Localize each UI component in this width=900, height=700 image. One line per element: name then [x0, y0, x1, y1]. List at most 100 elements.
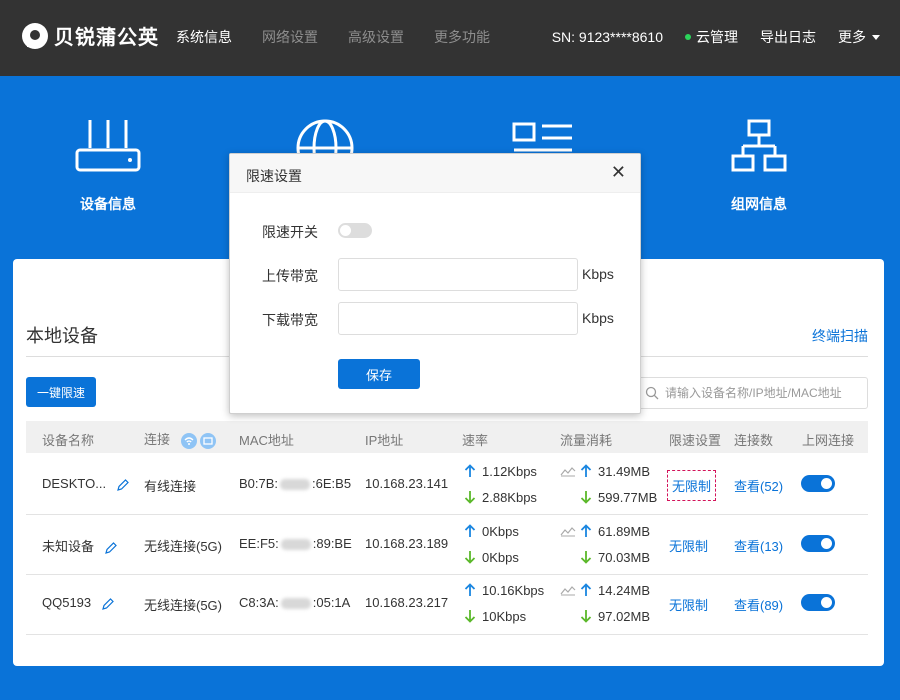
- upload-rate: 10.16Kbps: [482, 582, 545, 598]
- speed-limit-link[interactable]: 无限制: [667, 470, 717, 501]
- more-label: 更多: [838, 29, 866, 45]
- connection-count-link[interactable]: 查看(89): [734, 595, 783, 614]
- mac-redacted: [280, 539, 311, 551]
- close-icon[interactable]: ✕: [611, 162, 626, 183]
- online-toggle[interactable]: [801, 475, 835, 492]
- globe-icon: [296, 119, 354, 158]
- cloud-manage-label: 云管理: [696, 29, 738, 45]
- upload-arrow-icon: [464, 464, 478, 478]
- cloud-manage-link[interactable]: 云管理: [685, 27, 738, 47]
- list-icon: [512, 122, 572, 152]
- upload-rate: 1.12Kbps: [482, 463, 537, 479]
- tile-network-info[interactable]: 组网信息: [699, 118, 819, 214]
- upload-arrow-icon: [464, 583, 478, 597]
- device-name: QQ5193: [42, 595, 92, 610]
- search-icon: [645, 386, 659, 400]
- traffic-upload: 14.24MB: [598, 582, 651, 598]
- mac-address: EE:F5: :89:BE: [239, 536, 352, 551]
- th-ip: IP地址: [365, 433, 404, 448]
- mac-prefix: B0:7B:: [239, 476, 279, 491]
- ip-address: 10.168.23.189: [365, 536, 449, 551]
- upload-bandwidth-input[interactable]: [338, 258, 578, 291]
- save-button[interactable]: 保存: [338, 359, 420, 389]
- upload-arrow-icon: [464, 524, 478, 538]
- mac-prefix: C8:3A:: [239, 595, 279, 610]
- traffic-download: 97.02MB: [598, 608, 651, 624]
- th-mac: MAC地址: [239, 433, 294, 448]
- upload-bandwidth-label: 上传带宽: [262, 268, 318, 284]
- th-conn-count: 连接数: [734, 433, 774, 448]
- dialog-title: 限速设置: [246, 168, 302, 184]
- connection-count-link[interactable]: 查看(13): [734, 536, 783, 555]
- th-connection-label: 连接: [144, 432, 171, 447]
- wifi-filter-icon[interactable]: [180, 432, 197, 449]
- download-arrow-icon: [580, 490, 594, 504]
- speed-limit-link[interactable]: 无限制: [669, 536, 708, 555]
- edit-pencil-icon[interactable]: [101, 597, 115, 611]
- main-nav: 系统信息 网络设置 高级设置 更多功能: [176, 27, 520, 47]
- tile-network[interactable]: [265, 118, 385, 158]
- connection-type: 无线连接(5G): [144, 539, 223, 554]
- mac-address: B0:7B::6E:B5: [239, 476, 351, 491]
- traffic-chart-icon[interactable]: [560, 525, 576, 537]
- quick-limit-button[interactable]: 一键限速: [26, 377, 96, 407]
- upload-rate: 0Kbps: [482, 523, 519, 539]
- upload-arrow-icon: [580, 464, 594, 478]
- table-row: DESKTO... 有线连接 B0:7B::6E:B5 10.168.23.14…: [26, 455, 868, 515]
- edit-pencil-icon[interactable]: [104, 541, 118, 555]
- speed-limit-dialog: 限速设置 ✕ 限速开关 上传带宽 Kbps 下载带宽 Kbps 保存: [229, 153, 641, 414]
- nav-system-info[interactable]: 系统信息: [176, 27, 232, 47]
- dialog-header: 限速设置 ✕: [230, 154, 640, 193]
- th-device-name: 设备名称: [42, 433, 95, 448]
- rate-cell: 1.12Kbps 2.88Kbps: [464, 458, 537, 510]
- online-toggle[interactable]: [801, 594, 835, 611]
- ethernet-filter-icon[interactable]: [199, 432, 216, 449]
- toggle-switch[interactable]: [801, 535, 835, 552]
- mac-address: C8:3A::05:1A: [239, 595, 350, 610]
- traffic-cell: 14.24MB 97.02MB: [560, 577, 650, 629]
- upload-arrow-icon: [580, 524, 594, 538]
- speed-limit-link[interactable]: 无限制: [669, 595, 708, 614]
- tile-device-info[interactable]: 设备信息: [48, 118, 168, 214]
- mac-suffix: :89:BE: [312, 536, 352, 551]
- toggle-switch[interactable]: [801, 594, 835, 611]
- tile-terminal[interactable]: [483, 118, 603, 158]
- download-arrow-icon: [580, 550, 594, 564]
- download-bandwidth-input[interactable]: [338, 302, 578, 335]
- serial-number: SN: 9123****8610: [551, 29, 663, 45]
- download-rate: 2.88Kbps: [482, 489, 537, 505]
- download-rate: 10Kbps: [482, 608, 527, 624]
- network-topology-icon: [731, 119, 787, 172]
- brand-name: 贝锐蒲公英: [54, 27, 159, 49]
- tile-network-info-label: 组网信息: [731, 196, 787, 212]
- connection-count-link[interactable]: 查看(52): [734, 476, 783, 495]
- nav-network-settings[interactable]: 网络设置: [262, 27, 318, 47]
- device-name: DESKTO...: [42, 476, 107, 491]
- more-menu[interactable]: 更多: [838, 27, 880, 47]
- terminal-scan-link[interactable]: 终端扫描: [812, 326, 868, 346]
- tile-device-info-label: 设备信息: [80, 196, 136, 212]
- device-name: 未知设备: [42, 539, 95, 554]
- brand-logo[interactable]: 贝锐蒲公英: [22, 21, 159, 50]
- th-traffic: 流量消耗: [560, 433, 613, 448]
- limit-switch[interactable]: [338, 223, 372, 238]
- ip-address: 10.168.23.217: [365, 595, 449, 610]
- toggle-switch[interactable]: [801, 475, 835, 492]
- traffic-upload: 31.49MB: [598, 463, 651, 479]
- status-dot-icon: [685, 34, 691, 40]
- traffic-cell: 61.89MB 70.03MB: [560, 518, 650, 570]
- search-input[interactable]: [665, 386, 865, 400]
- nav-more-features[interactable]: 更多功能: [434, 27, 490, 47]
- logo-icon: [22, 22, 48, 49]
- export-log-link[interactable]: 导出日志: [760, 27, 816, 47]
- traffic-chart-icon[interactable]: [560, 584, 576, 596]
- online-toggle[interactable]: [801, 535, 835, 552]
- connection-type: 无线连接(5G): [144, 598, 223, 613]
- header-right: SN: 9123****8610 云管理 导出日志 更多: [552, 27, 880, 47]
- traffic-chart-icon[interactable]: [560, 465, 576, 477]
- mac-prefix: EE:F5:: [239, 536, 279, 551]
- nav-advanced-settings[interactable]: 高级设置: [348, 27, 404, 47]
- traffic-cell: 31.49MB 599.77MB: [560, 458, 657, 510]
- edit-pencil-icon[interactable]: [116, 478, 130, 492]
- th-connection: 连接: [144, 429, 216, 449]
